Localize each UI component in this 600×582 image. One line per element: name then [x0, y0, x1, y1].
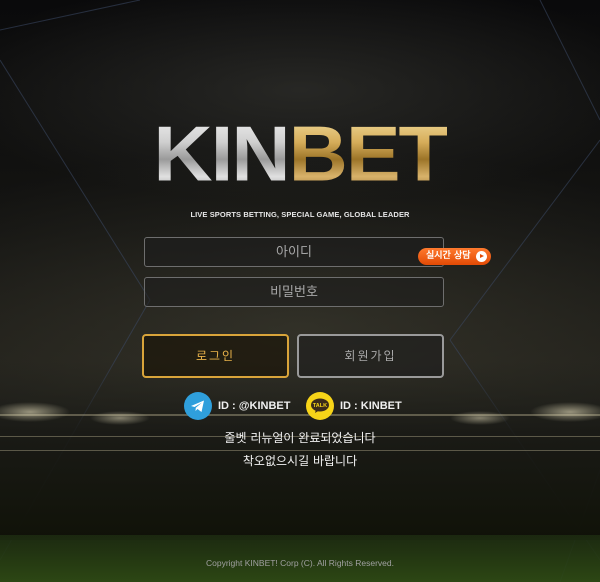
- live-chat-label: 실시간 상담: [426, 251, 471, 261]
- login-page: KINBET LIVE SPORTS BETTING, SPECIAL GAME…: [0, 0, 600, 582]
- kakaotalk-id-text: ID : KINBET: [340, 400, 402, 412]
- signup-button[interactable]: 회원가입: [297, 334, 444, 378]
- logo-bet-text: BET: [288, 111, 449, 198]
- logo-kin-text: KIN: [153, 111, 290, 198]
- kakaotalk-contact[interactable]: TALK ID : KINBET: [306, 392, 402, 420]
- notice-line-2: 착오없으시길 바랍니다: [242, 454, 358, 468]
- copyright-footer: Copyright KINBET! Corp (C). All Rights R…: [205, 558, 394, 568]
- login-button[interactable]: 로그인: [142, 334, 289, 378]
- telegram-contact[interactable]: ID : @KINBET: [184, 392, 290, 420]
- kakaotalk-icon: TALK: [306, 392, 334, 420]
- telegram-id-text: ID : @KINBET: [218, 400, 291, 412]
- kinbet-logo: KINBET: [0, 110, 600, 200]
- telegram-icon: [184, 392, 212, 420]
- live-chat-button[interactable]: 실시간 상담: [418, 248, 491, 265]
- tagline: LIVE SPORTS BETTING, SPECIAL GAME, GLOBA…: [190, 210, 410, 219]
- kakaotalk-badge: TALK: [313, 403, 327, 409]
- id-input[interactable]: [144, 237, 444, 267]
- play-icon: [476, 251, 487, 262]
- notice-line-1: 줄벳 리뉴얼이 완료되었습니다: [224, 431, 376, 445]
- password-input[interactable]: [144, 277, 444, 307]
